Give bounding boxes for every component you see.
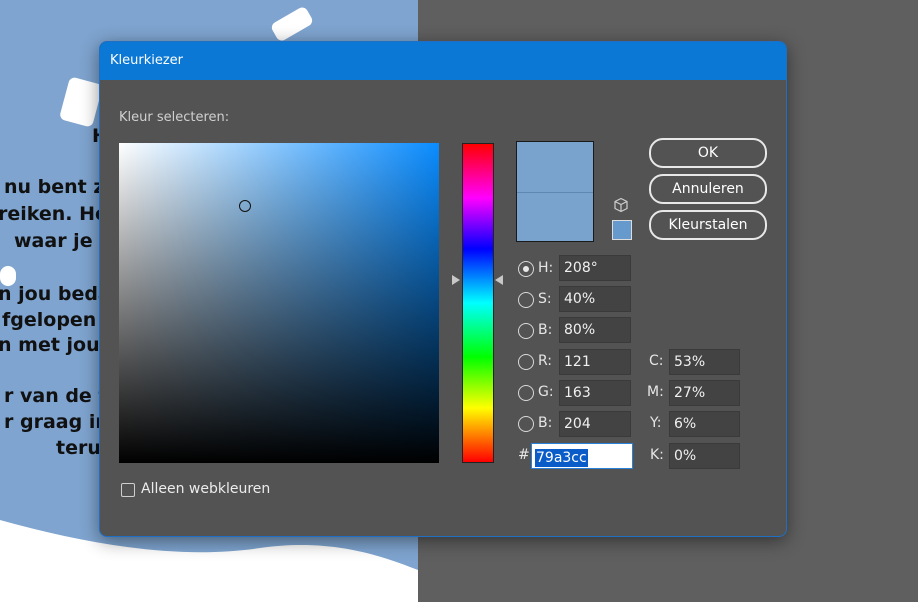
red-field[interactable]: 121 — [559, 349, 631, 375]
document-text-line: waar je z — [14, 230, 111, 252]
select-color-label: Kleur selecteren: — [119, 110, 230, 125]
cyan-label: C: — [649, 353, 664, 369]
green-field[interactable]: 163 — [559, 380, 631, 406]
red-radio[interactable] — [518, 354, 534, 370]
brightness-radio[interactable] — [518, 323, 534, 339]
color-picker-cursor[interactable] — [239, 200, 251, 212]
brightness-field[interactable]: 80% — [559, 317, 631, 343]
hue-slider-handle-right[interactable] — [495, 275, 503, 285]
hue-slider[interactable] — [462, 143, 494, 463]
black-label: K: — [650, 447, 664, 463]
hue-field[interactable]: 208° — [559, 255, 631, 281]
document-text-line: r graag in — [4, 411, 109, 433]
saturation-brightness-field[interactable] — [119, 143, 439, 463]
hue-radio[interactable] — [518, 261, 534, 277]
document-text-line: teru — [56, 437, 101, 459]
web-safe-color-swatch[interactable] — [612, 220, 632, 240]
black-field[interactable]: 0% — [669, 443, 740, 469]
cyan-field[interactable]: 53% — [669, 349, 740, 375]
blue-label: B: — [538, 415, 553, 431]
brightness-label: B: — [538, 322, 553, 338]
web-colors-only-checkbox[interactable] — [121, 483, 135, 497]
hex-field[interactable]: 79a3cc — [531, 443, 633, 469]
hex-label: # — [518, 447, 530, 463]
color-preview — [516, 141, 594, 242]
magenta-label: M: — [647, 384, 664, 400]
document-text-line: n met jou — [0, 334, 100, 356]
hex-value: 79a3cc — [535, 449, 588, 467]
saturation-label: S: — [538, 291, 552, 307]
original-color-swatch[interactable] — [517, 192, 593, 241]
ok-button[interactable]: OK — [649, 138, 767, 168]
dialog-title[interactable]: Kleurkiezer — [100, 42, 786, 80]
document-text-line: nu bent z — [4, 176, 105, 198]
document-text-line: fgelopen j — [2, 309, 110, 331]
color-swatches-button[interactable]: Kleurstalen — [649, 210, 767, 240]
cancel-button[interactable]: Annuleren — [649, 174, 767, 204]
yellow-field[interactable]: 6% — [669, 411, 740, 437]
yellow-label: Y: — [650, 415, 662, 431]
hue-slider-handle-left[interactable] — [452, 275, 460, 285]
blue-radio[interactable] — [518, 416, 534, 432]
saturation-radio[interactable] — [518, 292, 534, 308]
web-safe-cube-icon[interactable] — [613, 197, 629, 213]
green-label: G: — [538, 384, 554, 400]
color-picker-dialog: Kleurkiezer Kleur selecteren: OK Annuler… — [99, 41, 787, 537]
document-text-line: n jou beda — [0, 283, 111, 305]
new-color-swatch — [517, 142, 593, 192]
saturation-field[interactable]: 40% — [559, 286, 631, 312]
green-radio[interactable] — [518, 385, 534, 401]
magenta-field[interactable]: 27% — [669, 380, 740, 406]
hue-label: H: — [538, 260, 554, 276]
red-label: R: — [538, 353, 553, 369]
blue-field[interactable]: 204 — [559, 411, 631, 437]
web-colors-only-label[interactable]: Alleen webkleuren — [141, 481, 270, 497]
